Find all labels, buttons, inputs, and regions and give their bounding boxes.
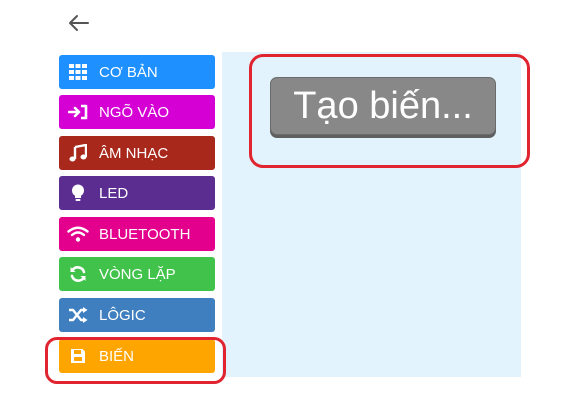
refresh-icon: [67, 264, 89, 284]
category-label: BIẾN: [99, 347, 135, 365]
make-variable-label: Tạo biến...: [293, 84, 473, 127]
category-logic[interactable]: LÔGIC: [59, 298, 215, 332]
wifi-icon: [67, 224, 89, 244]
category-loops[interactable]: VÒNG LẶP: [59, 257, 215, 291]
category-label: LÔGIC: [99, 306, 146, 324]
category-label: NGÕ VÀO: [99, 103, 170, 121]
category-music[interactable]: ÂM NHẠC: [59, 136, 215, 170]
category-label: ÂM NHẠC: [99, 144, 169, 162]
category-input[interactable]: NGÕ VÀO: [59, 95, 215, 129]
music-note-icon: [67, 143, 89, 163]
make-variable-button[interactable]: Tạo biến...: [270, 77, 496, 135]
category-label: VÒNG LẶP: [99, 265, 176, 283]
category-led[interactable]: LED: [59, 176, 215, 210]
category-variables[interactable]: BIẾN: [59, 339, 215, 373]
category-label: CƠ BẢN: [99, 63, 158, 81]
save-icon: [67, 346, 89, 366]
shuffle-icon: [67, 305, 89, 325]
category-basic[interactable]: CƠ BẢN: [59, 55, 215, 89]
grid-icon: [67, 62, 89, 82]
category-label: LED: [99, 184, 129, 202]
arrow-left-icon: [69, 15, 89, 31]
back-button[interactable]: [64, 8, 94, 38]
login-icon: [67, 102, 89, 122]
lightbulb-icon: [67, 183, 89, 203]
category-bluetooth[interactable]: BLUETOOTH: [59, 217, 215, 251]
category-label: BLUETOOTH: [99, 225, 191, 243]
